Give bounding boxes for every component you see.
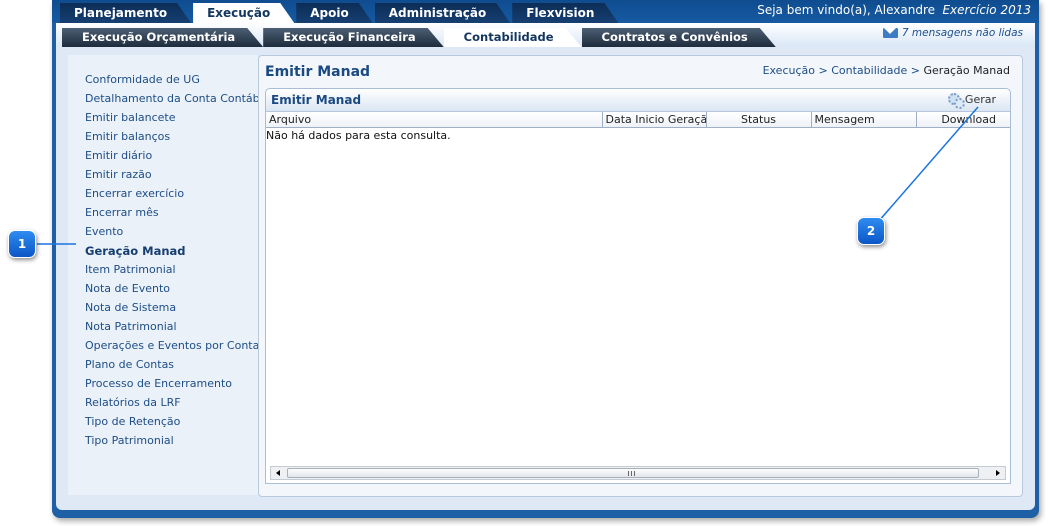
- sidebar-item-emitir-balancete[interactable]: Emitir balancete: [85, 111, 176, 124]
- sub-navigation-bar: Execução Orçamentária Execução Financeir…: [56, 23, 1035, 47]
- breadcrumb-current: Geração Manad: [923, 64, 1011, 77]
- empty-table-message: Não há dados para esta consulta.: [266, 129, 451, 142]
- callout-marker-1: 1: [8, 230, 36, 258]
- envelope-icon: [882, 28, 898, 38]
- generate-button[interactable]: Gerar: [947, 93, 996, 109]
- breadcrumb: Execução > Contabilidade > Geração Manad: [763, 64, 1010, 77]
- sidebar-item-plano-contas[interactable]: Plano de Contas: [85, 358, 174, 371]
- sidebar-item-nota-evento[interactable]: Nota de Evento: [85, 282, 170, 295]
- generate-label: Gerar: [964, 93, 996, 106]
- column-mensagem[interactable]: Mensagem: [811, 112, 917, 128]
- tab-execucao-financeira[interactable]: Execução Financeira: [263, 28, 443, 47]
- tab-administracao[interactable]: Administração: [375, 3, 511, 23]
- column-data-inicio[interactable]: Data Inicio Geração: [602, 112, 707, 128]
- column-status[interactable]: Status: [706, 112, 812, 128]
- horizontal-scrollbar[interactable]: [270, 466, 1006, 480]
- results-table: Arquivo Data Inicio Geração Status Mensa…: [266, 112, 1010, 128]
- sidebar-item-detalhamento-conta[interactable]: Detalhamento da Conta Contábil: [85, 92, 266, 105]
- column-arquivo[interactable]: Arquivo: [266, 112, 603, 128]
- grip-icon: [628, 471, 635, 476]
- sidebar-item-evento[interactable]: Evento: [85, 225, 123, 238]
- welcome-text: Seja bem vindo(a), Alexandre: [757, 3, 935, 17]
- column-download[interactable]: Download: [916, 112, 1010, 128]
- unread-messages-link[interactable]: 7 mensagens não lidas: [882, 27, 1023, 39]
- sidebar-item-nota-patrimonial[interactable]: Nota Patrimonial: [85, 320, 177, 333]
- sub-tabs: Execução Orçamentária Execução Financeir…: [62, 28, 776, 47]
- tab-contabilidade[interactable]: Contabilidade: [444, 28, 582, 47]
- sidebar-item-emitir-diario[interactable]: Emitir diário: [85, 149, 152, 162]
- tab-planejamento[interactable]: Planejamento: [60, 3, 191, 23]
- sidebar-item-relatorios-lrf[interactable]: Relatórios da LRF: [85, 396, 181, 409]
- sidebar-item-processo-encerramento[interactable]: Processo de Encerramento: [85, 377, 232, 390]
- panel-header: Emitir Manad Gerar: [266, 89, 1010, 112]
- tab-flexvision[interactable]: Flexvision: [512, 3, 618, 23]
- top-navigation-bar: Planejamento Execução Apoio Administraçã…: [52, 0, 1039, 23]
- breadcrumb-separator: >: [910, 64, 924, 77]
- sidebar-item-emitir-balancos[interactable]: Emitir balanços: [85, 130, 170, 143]
- main-panel: Emitir Manad Execução > Contabilidade > …: [258, 55, 1023, 497]
- tab-apoio[interactable]: Apoio: [296, 3, 372, 23]
- gears-icon: [947, 93, 965, 109]
- unread-messages-label: 7 mensagens não lidas: [901, 27, 1023, 39]
- tab-contratos-convenios[interactable]: Contratos e Convênios: [582, 28, 776, 47]
- breadcrumb-execucao[interactable]: Execução: [763, 64, 815, 77]
- page-title: Emitir Manad: [265, 64, 371, 80]
- sidebar-item-encerrar-mes[interactable]: Encerrar mês: [85, 206, 159, 219]
- sidebar-item-encerrar-exercicio[interactable]: Encerrar exercício: [85, 187, 184, 200]
- panel-title: Emitir Manad: [271, 93, 362, 107]
- sidebar-menu: Conformidade de UG Detalhamento da Conta…: [68, 55, 266, 495]
- sidebar-item-nota-sistema[interactable]: Nota de Sistema: [85, 301, 176, 314]
- content-area: Conformidade de UG Detalhamento da Conta…: [56, 47, 1035, 510]
- manad-panel: Emitir Manad Gerar Arquivo Data Inicio G…: [265, 88, 1011, 484]
- exercise-year[interactable]: Exercício 2013: [942, 3, 1031, 17]
- callout-marker-2: 2: [857, 217, 885, 245]
- sidebar-item-item-patrimonial[interactable]: Item Patrimonial: [85, 263, 176, 276]
- tab-execucao-orcamentaria[interactable]: Execução Orçamentária: [62, 28, 263, 47]
- sidebar-item-tipo-patrimonial[interactable]: Tipo Patrimonial: [85, 434, 174, 447]
- sidebar-item-emitir-razao[interactable]: Emitir razão: [85, 168, 152, 181]
- scrollbar-thumb[interactable]: [287, 468, 979, 478]
- scroll-left-icon[interactable]: [276, 470, 280, 476]
- main-tabs: Planejamento Execução Apoio Administraçã…: [60, 3, 620, 23]
- sidebar-item-operacoes-eventos[interactable]: Operações e Eventos por Conta: [85, 339, 259, 352]
- app-frame: Planejamento Execução Apoio Administraçã…: [52, 0, 1039, 518]
- breadcrumb-separator: >: [818, 64, 832, 77]
- sidebar-item-conformidade-ug[interactable]: Conformidade de UG: [85, 73, 200, 86]
- tab-execucao[interactable]: Execução: [193, 3, 294, 23]
- sidebar-item-geracao-manad[interactable]: Geração Manad: [85, 244, 186, 258]
- sidebar-item-tipo-retencao[interactable]: Tipo de Retenção: [85, 415, 180, 428]
- scroll-right-icon[interactable]: [996, 470, 1000, 476]
- breadcrumb-contabilidade[interactable]: Contabilidade: [831, 64, 907, 77]
